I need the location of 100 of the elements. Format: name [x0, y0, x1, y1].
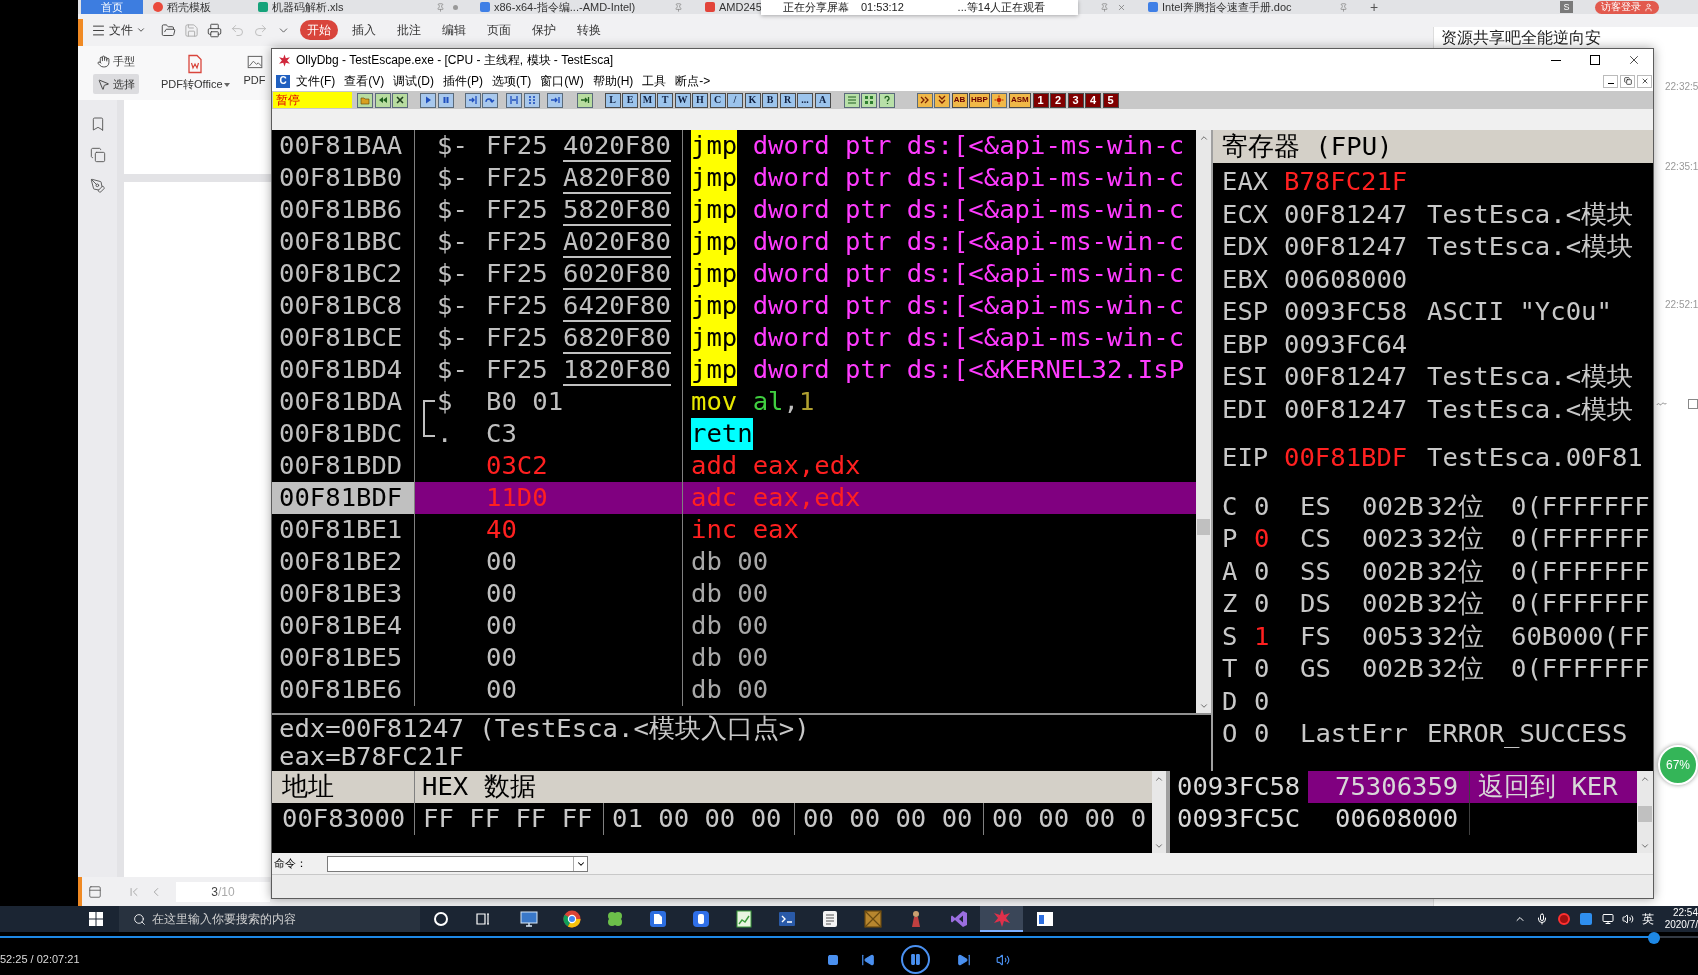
square-tray-icon[interactable]: [1580, 913, 1592, 925]
browser-tab[interactable]: Intel奔腾指令速查手册.doc: [1138, 0, 1296, 14]
volume-icon[interactable]: [996, 952, 1010, 967]
toolbar-button[interactable]: ASM: [1008, 92, 1031, 108]
code-row[interactable]: 00F81BDA $ B0 01 mov al,1: [272, 386, 1196, 418]
scrollbar[interactable]: [1637, 771, 1653, 853]
register-value[interactable]: 0093FC64: [1284, 331, 1427, 358]
toolbar-button[interactable]: L: [604, 92, 621, 108]
toolbar-button[interactable]: [420, 92, 436, 108]
toolbar-button[interactable]: 5: [1102, 92, 1119, 108]
column-header[interactable]: HEX 数据: [415, 771, 536, 803]
flag-value[interactable]: 0: [1254, 721, 1300, 748]
page-number-field[interactable]: 3/10: [176, 881, 270, 902]
tool-button[interactable]: 选择: [93, 74, 139, 94]
toolbar-button[interactable]: 2: [1050, 92, 1067, 108]
flag-value[interactable]: 0: [1254, 526, 1300, 553]
menu-item[interactable]: 断点->: [675, 75, 711, 87]
code-row[interactable]: 00F81BB0 $- FF25 A820F80 jmp dword ptr ds:[<&api-ms-win-c: [272, 162, 1196, 194]
toolbar-button[interactable]: W: [674, 92, 691, 108]
toolbar-button[interactable]: [878, 92, 895, 108]
progress-handle[interactable]: [1647, 932, 1660, 944]
toolbar-button[interactable]: H: [692, 92, 708, 108]
ribbon-button[interactable]: PDF: [243, 46, 266, 86]
toolbar-button[interactable]: [991, 92, 1008, 108]
task-view-icon[interactable]: [476, 912, 490, 926]
command-field[interactable]: [327, 855, 588, 872]
browser-tab[interactable]: 首页: [81, 0, 143, 14]
close-icon[interactable]: [1117, 2, 1126, 12]
scrollbar-thumb[interactable]: [1197, 519, 1210, 535]
stack-row[interactable]: 0093FC5C 00608000: [1170, 803, 1637, 835]
language-indicator[interactable]: 英: [1642, 913, 1654, 925]
toolbar-button[interactable]: 4: [1085, 92, 1102, 108]
toolbar-button[interactable]: [392, 92, 408, 108]
child-minimize-button[interactable]: [1603, 74, 1618, 88]
toolbar-button[interactable]: K: [744, 92, 761, 108]
code-row[interactable]: 00F81BB6 $- FF25 5820F80 jmp dword ptr ds:[<&api-ms-win-c: [272, 194, 1196, 226]
next-icon[interactable]: [957, 952, 971, 967]
browser-tab[interactable]: x86-x64-指令编...-AMD-Intel): [470, 0, 640, 14]
file-menu-button[interactable]: 文件: [91, 22, 146, 38]
ribbon-button[interactable]: PDF转Office: [161, 46, 230, 90]
toolbar-button[interactable]: [374, 92, 391, 108]
register-value[interactable]: B78FC21F: [1284, 169, 1427, 196]
toolbar-button[interactable]: [437, 92, 454, 108]
child-close-button[interactable]: [1637, 74, 1652, 88]
login-button[interactable]: 访客登录: [1595, 0, 1659, 14]
stack-row[interactable]: 0093FC58 75306359 返回到 KER: [1170, 771, 1637, 803]
toolbar-button[interactable]: [523, 92, 540, 108]
squiggle-icon[interactable]: [1656, 400, 1668, 408]
panel-icon[interactable]: [88, 884, 102, 899]
menu-item[interactable]: 窗口(W): [540, 75, 584, 87]
open-folder-icon[interactable]: [161, 22, 176, 38]
toolbar-button[interactable]: [861, 92, 877, 108]
clock[interactable]: 22:54 2020/7/: [1658, 907, 1698, 931]
code-row[interactable]: 00F81BBC $- FF25 A020F80 jmp dword ptr ds:[<&api-ms-win-c: [272, 226, 1196, 258]
toolbar-button[interactable]: E: [622, 92, 638, 108]
toolbar-button[interactable]: T: [657, 92, 673, 108]
code-row[interactable]: 00F81BE4 00 db 00: [272, 610, 1196, 642]
toolbar-button[interactable]: C: [709, 92, 726, 108]
toolbar-button[interactable]: AB: [951, 92, 968, 108]
pen-icon[interactable]: [89, 178, 106, 194]
tool-button[interactable]: 手型: [93, 51, 139, 71]
register-value[interactable]: 00F81BDF: [1284, 445, 1427, 472]
flag-value[interactable]: 0: [1254, 558, 1300, 585]
code-row[interactable]: 00F81BDC . C3 retn: [272, 418, 1196, 450]
pause-button[interactable]: [901, 945, 930, 974]
ribbon-tab[interactable]: 页面: [480, 20, 518, 40]
previous-icon[interactable]: [861, 952, 875, 967]
scrollbar-thumb[interactable]: [1638, 806, 1652, 822]
menu-item[interactable]: 选项(T): [492, 75, 532, 87]
code-row[interactable]: 00F81BCE $- FF25 6820F80 jmp dword ptr ds:[<&api-ms-win-c: [272, 322, 1196, 354]
code-row[interactable]: 00F81BC2 $- FF25 6020F80 jmp dword ptr ds:[<&api-ms-win-c: [272, 258, 1196, 290]
menu-item[interactable]: 查看(V): [344, 75, 385, 87]
column-header[interactable]: 地址: [272, 771, 415, 803]
code-row[interactable]: 00F81BDF 11D0 adc eax,edx: [272, 482, 1196, 514]
ring-icon[interactable]: [434, 912, 448, 926]
flag-value[interactable]: 0: [1254, 591, 1300, 618]
windows-logo-icon[interactable]: [89, 912, 103, 926]
toolbar-button[interactable]: 1: [1032, 92, 1049, 108]
toolbar-button[interactable]: [916, 92, 933, 108]
menu-item[interactable]: 工具: [642, 75, 667, 87]
toolbar-button[interactable]: [357, 92, 373, 108]
menu-item[interactable]: 文件(F): [296, 75, 336, 87]
toolbar-button[interactable]: [546, 92, 563, 108]
search-field[interactable]: 在这里输入你要搜索的内容: [146, 906, 420, 932]
register-value[interactable]: 00608000: [1284, 266, 1427, 293]
menu-item[interactable]: 插件(P): [443, 75, 483, 87]
register-value[interactable]: 00F81247: [1284, 234, 1427, 261]
new-tab-button[interactable]: +: [1370, 0, 1379, 14]
toolbar-button[interactable]: ...: [797, 92, 813, 108]
scrollbar[interactable]: [1196, 130, 1211, 713]
code-row[interactable]: 00F81BE6 00 db 00: [272, 674, 1196, 706]
code-row[interactable]: 00F81BE1 40 inc eax: [272, 514, 1196, 546]
toolbar-button[interactable]: 3: [1067, 92, 1084, 108]
register-value[interactable]: 00F81247: [1284, 396, 1427, 423]
printer-icon[interactable]: [207, 22, 222, 38]
register-value[interactable]: 0093FC58: [1284, 299, 1427, 326]
code-row[interactable]: 00F81BE3 00 db 00: [272, 578, 1196, 610]
ribbon-tab[interactable]: 保护: [525, 20, 563, 40]
toolbar-button[interactable]: [464, 92, 481, 108]
toolbar-button[interactable]: A: [814, 92, 831, 108]
